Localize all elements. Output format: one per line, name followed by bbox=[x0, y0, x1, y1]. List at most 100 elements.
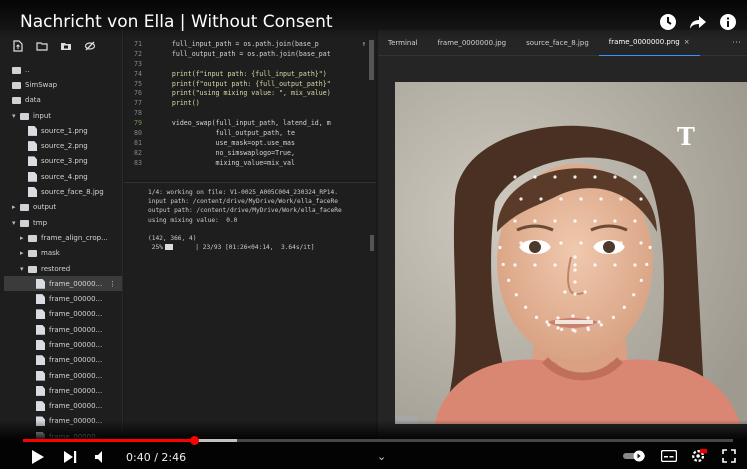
clock-icon[interactable] bbox=[659, 13, 677, 31]
tree-caret-icon[interactable]: ▾ bbox=[20, 265, 28, 273]
file-icon bbox=[28, 156, 37, 167]
code-line[interactable]: 76 print("using mixing value: ", mix_val… bbox=[124, 89, 376, 99]
editor-scrollbar[interactable] bbox=[369, 40, 374, 80]
code-line[interactable]: 82 no_simswaplogo=True, bbox=[124, 149, 376, 159]
folder-item[interactable]: ▾ tmp bbox=[4, 215, 122, 230]
code-text: full_input_path = os.path.join(base_p bbox=[156, 40, 319, 48]
next-icon[interactable] bbox=[62, 449, 78, 465]
code-text: no_simswaplogo=True, bbox=[156, 148, 295, 157]
video-title-bar: Nachricht von Ella | Without Consent bbox=[0, 0, 747, 40]
tree-caret-icon[interactable]: ▸ bbox=[12, 203, 20, 211]
face-landmark-dot bbox=[613, 175, 617, 179]
folder-icon bbox=[28, 234, 37, 242]
file-icon bbox=[36, 324, 45, 335]
settings-icon[interactable] bbox=[691, 448, 707, 464]
chevron-down-icon[interactable]: ⌄ bbox=[377, 450, 386, 463]
folder-item[interactable]: ▾ restored bbox=[4, 261, 122, 276]
info-icon[interactable] bbox=[719, 13, 737, 31]
tree-caret-icon[interactable]: ▸ bbox=[20, 249, 28, 257]
code-line[interactable]: 72 full_output_path = os.path.join(base_… bbox=[124, 50, 376, 60]
tree-item-label: frame_00000... bbox=[49, 295, 103, 304]
face-landmark-dot bbox=[571, 314, 575, 318]
tree-caret-icon[interactable]: ▾ bbox=[12, 219, 20, 227]
seek-bar[interactable] bbox=[23, 436, 733, 445]
face-landmark-dot bbox=[539, 240, 543, 244]
folder-icon bbox=[20, 219, 29, 227]
face-landmark-dot bbox=[573, 280, 577, 284]
code-line[interactable]: 78 bbox=[124, 109, 376, 119]
face-landmark-dot bbox=[533, 219, 537, 223]
drive-folder-icon[interactable] bbox=[60, 40, 72, 52]
hide-files-icon[interactable] bbox=[84, 40, 96, 52]
code-editor[interactable]: 71 full_input_path = os.path.join(base_p… bbox=[124, 30, 376, 180]
file-item[interactable]: source_face_8.jpg bbox=[4, 184, 122, 199]
new-folder-icon[interactable] bbox=[36, 40, 48, 52]
folder-item[interactable]: ▾ input bbox=[4, 108, 122, 123]
folder-item[interactable]: .. bbox=[4, 62, 122, 77]
folder-icon bbox=[20, 204, 29, 212]
code-text: print() bbox=[156, 99, 200, 108]
play-icon[interactable] bbox=[30, 449, 46, 465]
code-line[interactable]: 73 bbox=[124, 60, 376, 70]
tree-item-label: input bbox=[33, 111, 52, 120]
file-icon bbox=[28, 171, 37, 182]
scroll-up-arrow-icon[interactable]: ↑ bbox=[362, 40, 366, 48]
share-icon[interactable] bbox=[689, 13, 707, 31]
tree-item-label: data bbox=[25, 96, 41, 105]
file-item[interactable]: source_2.png bbox=[4, 138, 122, 153]
tree-item-label: tmp bbox=[33, 218, 48, 227]
face-landmark-dot bbox=[553, 219, 557, 223]
seek-buffered bbox=[194, 439, 237, 442]
folder-item[interactable]: ▸ output bbox=[4, 200, 122, 215]
subtitles-icon[interactable] bbox=[661, 448, 677, 464]
output-scrollbar[interactable] bbox=[370, 235, 374, 251]
file-item[interactable]: source_3.png bbox=[4, 154, 122, 169]
face-landmark-dot bbox=[519, 197, 523, 201]
upload-file-icon[interactable] bbox=[12, 40, 24, 52]
video-title[interactable]: Nachricht von Ella | Without Consent bbox=[20, 12, 333, 32]
face-landmark-dot bbox=[593, 219, 597, 223]
file-item[interactable]: frame_00000... bbox=[4, 307, 122, 322]
file-item[interactable]: frame_00000... bbox=[4, 322, 122, 337]
folder-icon bbox=[12, 81, 21, 89]
code-line[interactable]: 79 video_swap(full_input_path, latend_id… bbox=[124, 119, 376, 129]
volume-icon[interactable] bbox=[94, 449, 110, 465]
more-options-icon[interactable]: ⋮ bbox=[109, 280, 116, 288]
file-item[interactable]: frame_00000... bbox=[4, 353, 122, 368]
code-line[interactable]: 80 full_output_path, te bbox=[124, 129, 376, 139]
face-landmark-dot bbox=[524, 305, 528, 309]
file-item[interactable]: frame_00000... ⋮ bbox=[4, 276, 122, 292]
face-landmark-dot bbox=[633, 175, 637, 179]
folder-item[interactable]: data bbox=[4, 93, 122, 108]
code-line[interactable]: 83 mixing_value=mix_val bbox=[124, 159, 376, 169]
file-item[interactable]: frame_00000... bbox=[4, 383, 122, 398]
code-line[interactable]: 75 print(f"output path: {full_output_pat… bbox=[124, 80, 376, 90]
tree-caret-icon[interactable]: ▾ bbox=[12, 112, 20, 120]
code-line[interactable]: 77 print() bbox=[124, 99, 376, 109]
folder-icon bbox=[28, 265, 37, 273]
file-item[interactable]: source_4.png bbox=[4, 169, 122, 184]
fullscreen-icon[interactable] bbox=[721, 448, 737, 464]
code-line[interactable]: 81 use_mask=opt.use_mas bbox=[124, 139, 376, 149]
tree-item-label: frame_00000... bbox=[49, 402, 103, 411]
file-item[interactable]: frame_00000... bbox=[4, 337, 122, 352]
face-landmark-dot bbox=[507, 278, 511, 282]
code-line[interactable]: 74 print(f"input path: {full_input_path}… bbox=[124, 70, 376, 80]
file-item[interactable]: frame_00000... bbox=[4, 291, 122, 306]
folder-item[interactable]: SimSwap bbox=[4, 77, 122, 92]
progress-bar bbox=[164, 244, 173, 251]
file-item[interactable]: frame_00000... bbox=[4, 399, 122, 414]
face-landmark-dot bbox=[599, 323, 603, 327]
autoplay-toggle-icon[interactable] bbox=[623, 448, 647, 464]
tree-caret-icon[interactable]: ▸ bbox=[20, 234, 28, 242]
code-line[interactable]: 71 full_input_path = os.path.join(base_p bbox=[124, 40, 376, 50]
folder-item[interactable]: ▸ mask bbox=[4, 246, 122, 261]
face-landmark-dot bbox=[545, 320, 549, 324]
video-frame[interactable]: .. SimSwap data ▾ input source_1.png source_2.… bbox=[0, 0, 747, 469]
tree-item-label: frame_00000... bbox=[49, 386, 103, 395]
file-item[interactable]: source_1.png bbox=[4, 123, 122, 138]
folder-item[interactable]: ▸ frame_align_crop... bbox=[4, 230, 122, 245]
file-item[interactable]: frame_00000... bbox=[4, 368, 122, 383]
seek-handle[interactable] bbox=[190, 436, 200, 445]
face-landmark-dot bbox=[527, 250, 531, 254]
